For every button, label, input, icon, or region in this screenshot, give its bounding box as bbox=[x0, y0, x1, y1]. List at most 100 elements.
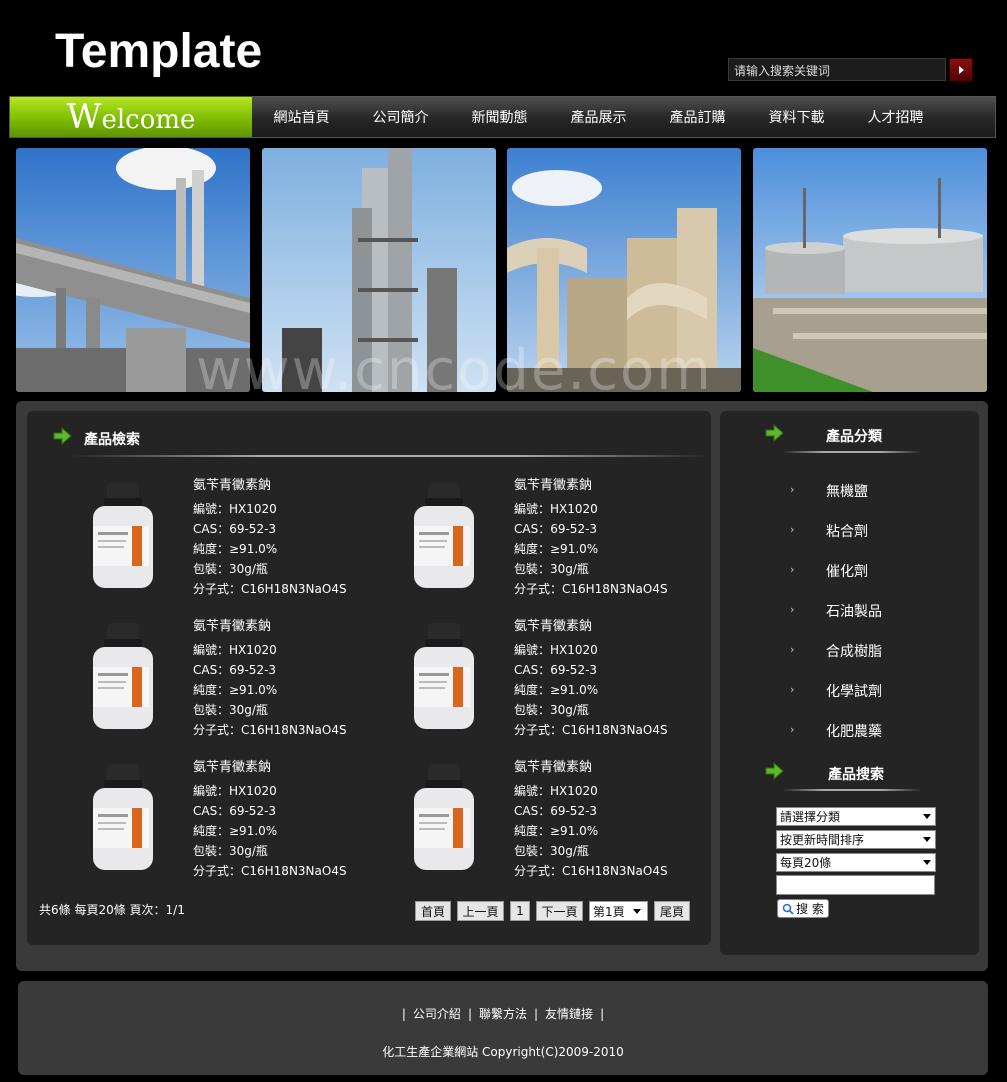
category-label: 粘合劑 bbox=[826, 524, 868, 540]
nav-item-about[interactable]: 公司簡介 bbox=[351, 97, 450, 137]
product-name[interactable]: 氨苄青黴素鈉 bbox=[514, 758, 668, 778]
product-info: 氨苄青黴素鈉 編號：HX1020 CAS：69-52-3 純度：≥91.0% 包… bbox=[514, 758, 668, 881]
nav-item-products[interactable]: 產品展示 bbox=[549, 97, 648, 137]
product-cas: CAS：69-52-3 bbox=[514, 522, 598, 536]
product-info: 氨苄青黴素鈉 編號：HX1020 CAS：69-52-3 純度：≥91.0% 包… bbox=[193, 617, 347, 740]
nav-item-downloads[interactable]: 資料下載 bbox=[747, 97, 846, 137]
footer: | 公司介紹 | 聯繫方法 | 友情鏈接 | 化工生產企業網站 Copyright(C)20… bbox=[18, 981, 988, 1075]
product-formula: 分子式：C16H18N3NaO4S bbox=[514, 723, 668, 737]
reagent-bottle-icon bbox=[414, 623, 474, 729]
green-arrow-icon bbox=[53, 426, 72, 446]
product-code: 編號：HX1020 bbox=[514, 502, 598, 516]
category-item[interactable]: › 化肥農藥 bbox=[790, 721, 882, 741]
reagent-bottle-icon bbox=[93, 482, 153, 588]
product-cas: CAS：69-52-3 bbox=[193, 522, 277, 536]
product-search-title: 產品搜索 bbox=[828, 767, 884, 783]
category-item[interactable]: › 催化劑 bbox=[790, 561, 868, 581]
nav-item-jobs[interactable]: 人才招聘 bbox=[846, 97, 945, 137]
pager-page-select-value: 第1頁 bbox=[593, 904, 625, 919]
green-arrow-icon bbox=[765, 761, 784, 781]
category-label: 無機鹽 bbox=[826, 484, 868, 500]
category-item[interactable]: › 無機鹽 bbox=[790, 481, 868, 501]
chevron-right-icon: › bbox=[790, 523, 795, 536]
product-package: 包裝：30g/瓶 bbox=[514, 703, 589, 717]
product-search-button[interactable]: 搜 索 bbox=[777, 899, 829, 918]
chevron-right-icon: › bbox=[790, 683, 795, 696]
product-code: 編號：HX1020 bbox=[193, 784, 277, 798]
product-name[interactable]: 氨苄青黴素鈉 bbox=[514, 476, 668, 496]
product-search-divider bbox=[782, 789, 922, 791]
site-search-input[interactable]: 请输入搜索关键词 bbox=[728, 58, 946, 81]
footer-link-friends[interactable]: 友情鏈接 bbox=[545, 1007, 593, 1021]
per-page-select[interactable]: 每頁20條 bbox=[776, 853, 936, 872]
products-divider bbox=[70, 455, 710, 457]
nav-item-order[interactable]: 產品訂購 bbox=[648, 97, 747, 137]
product-package: 包裝：30g/瓶 bbox=[514, 844, 589, 858]
product-package: 包裝：30g/瓶 bbox=[193, 703, 268, 717]
category-item[interactable]: › 化學試劑 bbox=[790, 681, 882, 701]
product-purity: 純度：≥91.0% bbox=[514, 683, 599, 697]
product-cas: CAS：69-52-3 bbox=[193, 804, 277, 818]
chevron-right-icon: › bbox=[790, 643, 795, 656]
footer-link-company[interactable]: 公司介紹 bbox=[413, 1007, 461, 1021]
category-label: 石油製品 bbox=[826, 604, 882, 620]
categories-divider bbox=[782, 451, 922, 453]
chevron-right-icon: › bbox=[790, 603, 795, 616]
category-label: 化學試劑 bbox=[826, 684, 882, 700]
product-info: 氨苄青黴素鈉 編號：HX1020 CAS：69-52-3 純度：≥91.0% 包… bbox=[514, 476, 668, 599]
sort-select[interactable]: 按更新時間排序 bbox=[776, 830, 936, 849]
product-purity: 純度：≥91.0% bbox=[193, 683, 278, 697]
category-item[interactable]: › 合成樹脂 bbox=[790, 641, 882, 661]
product-purity: 純度：≥91.0% bbox=[514, 542, 599, 556]
welcome-banner: Welcome bbox=[10, 97, 252, 137]
pager-page-select[interactable]: 第1頁 bbox=[589, 901, 648, 921]
pager-next-button[interactable]: 下一頁 bbox=[536, 901, 583, 921]
main-nav: Welcome 網站首頁 公司簡介 新聞動態 產品展示 產品訂購 資料下載 人才… bbox=[9, 96, 996, 138]
product-package: 包裝：30g/瓶 bbox=[193, 844, 268, 858]
product-name[interactable]: 氨苄青黴素鈉 bbox=[193, 617, 347, 637]
product-card[interactable]: 氨苄青黴素鈉 編號：HX1020 CAS：69-52-3 純度：≥91.0% 包… bbox=[411, 617, 711, 747]
category-label: 催化劑 bbox=[826, 564, 868, 580]
product-name[interactable]: 氨苄青黴素鈉 bbox=[193, 476, 347, 496]
reagent-bottle-icon bbox=[93, 764, 153, 870]
pager-current-page[interactable]: 1 bbox=[510, 901, 530, 921]
banner-watermark: www.cncode.com bbox=[196, 338, 713, 403]
product-code: 編號：HX1020 bbox=[514, 643, 598, 657]
nav-item-news[interactable]: 新聞動態 bbox=[450, 97, 549, 137]
category-label: 合成樹脂 bbox=[826, 644, 882, 660]
chevron-right-icon: › bbox=[790, 723, 795, 736]
product-purity: 純度：≥91.0% bbox=[514, 824, 599, 838]
product-card[interactable]: 氨苄青黴素鈉 編號：HX1020 CAS：69-52-3 純度：≥91.0% 包… bbox=[411, 758, 711, 888]
welcome-text: Welcome bbox=[66, 97, 196, 137]
category-label: 化肥農藥 bbox=[826, 724, 882, 740]
product-name[interactable]: 氨苄青黴素鈉 bbox=[193, 758, 347, 778]
product-info: 氨苄青黴素鈉 編號：HX1020 CAS：69-52-3 純度：≥91.0% 包… bbox=[514, 617, 668, 740]
keyword-input[interactable] bbox=[776, 875, 935, 895]
chevron-right-icon: › bbox=[790, 483, 795, 496]
product-package: 包裝：30g/瓶 bbox=[193, 562, 268, 576]
category-item[interactable]: › 石油製品 bbox=[790, 601, 882, 621]
pager-last-button[interactable]: 尾頁 bbox=[654, 901, 690, 921]
dropdown-arrow-icon bbox=[923, 814, 931, 819]
product-name[interactable]: 氨苄青黴素鈉 bbox=[514, 617, 668, 637]
product-card[interactable]: 氨苄青黴素鈉 編號：HX1020 CAS：69-52-3 純度：≥91.0% 包… bbox=[90, 758, 390, 888]
pager-prev-button[interactable]: 上一頁 bbox=[457, 901, 504, 921]
pager-first-button[interactable]: 首頁 bbox=[415, 901, 451, 921]
reagent-bottle-icon bbox=[93, 623, 153, 729]
nav-item-home[interactable]: 網站首頁 bbox=[252, 97, 351, 137]
product-search-button-label: 搜 索 bbox=[796, 902, 824, 916]
footer-copyright: 化工生產企業網站 Copyright(C)2009-2010 bbox=[382, 1045, 624, 1059]
reagent-bottle-icon bbox=[414, 482, 474, 588]
product-card[interactable]: 氨苄青黴素鈉 編號：HX1020 CAS：69-52-3 純度：≥91.0% 包… bbox=[90, 617, 390, 747]
banner: www.cncode.com bbox=[16, 148, 987, 403]
category-item[interactable]: › 粘合劑 bbox=[790, 521, 868, 541]
product-card[interactable]: 氨苄青黴素鈉 編號：HX1020 CAS：69-52-3 純度：≥91.0% 包… bbox=[90, 476, 390, 606]
sort-select-value: 按更新時間排序 bbox=[780, 833, 865, 847]
pager-summary: 共6條 每頁20條 頁次：1/1 bbox=[39, 903, 185, 917]
footer-link-contact[interactable]: 聯繫方法 bbox=[479, 1007, 527, 1021]
product-card[interactable]: 氨苄青黴素鈉 編號：HX1020 CAS：69-52-3 純度：≥91.0% 包… bbox=[411, 476, 711, 606]
product-cas: CAS：69-52-3 bbox=[514, 663, 598, 677]
site-search-button[interactable] bbox=[949, 58, 973, 82]
category-select[interactable]: 請選擇分類 bbox=[776, 807, 936, 826]
product-purity: 純度：≥91.0% bbox=[193, 542, 278, 556]
